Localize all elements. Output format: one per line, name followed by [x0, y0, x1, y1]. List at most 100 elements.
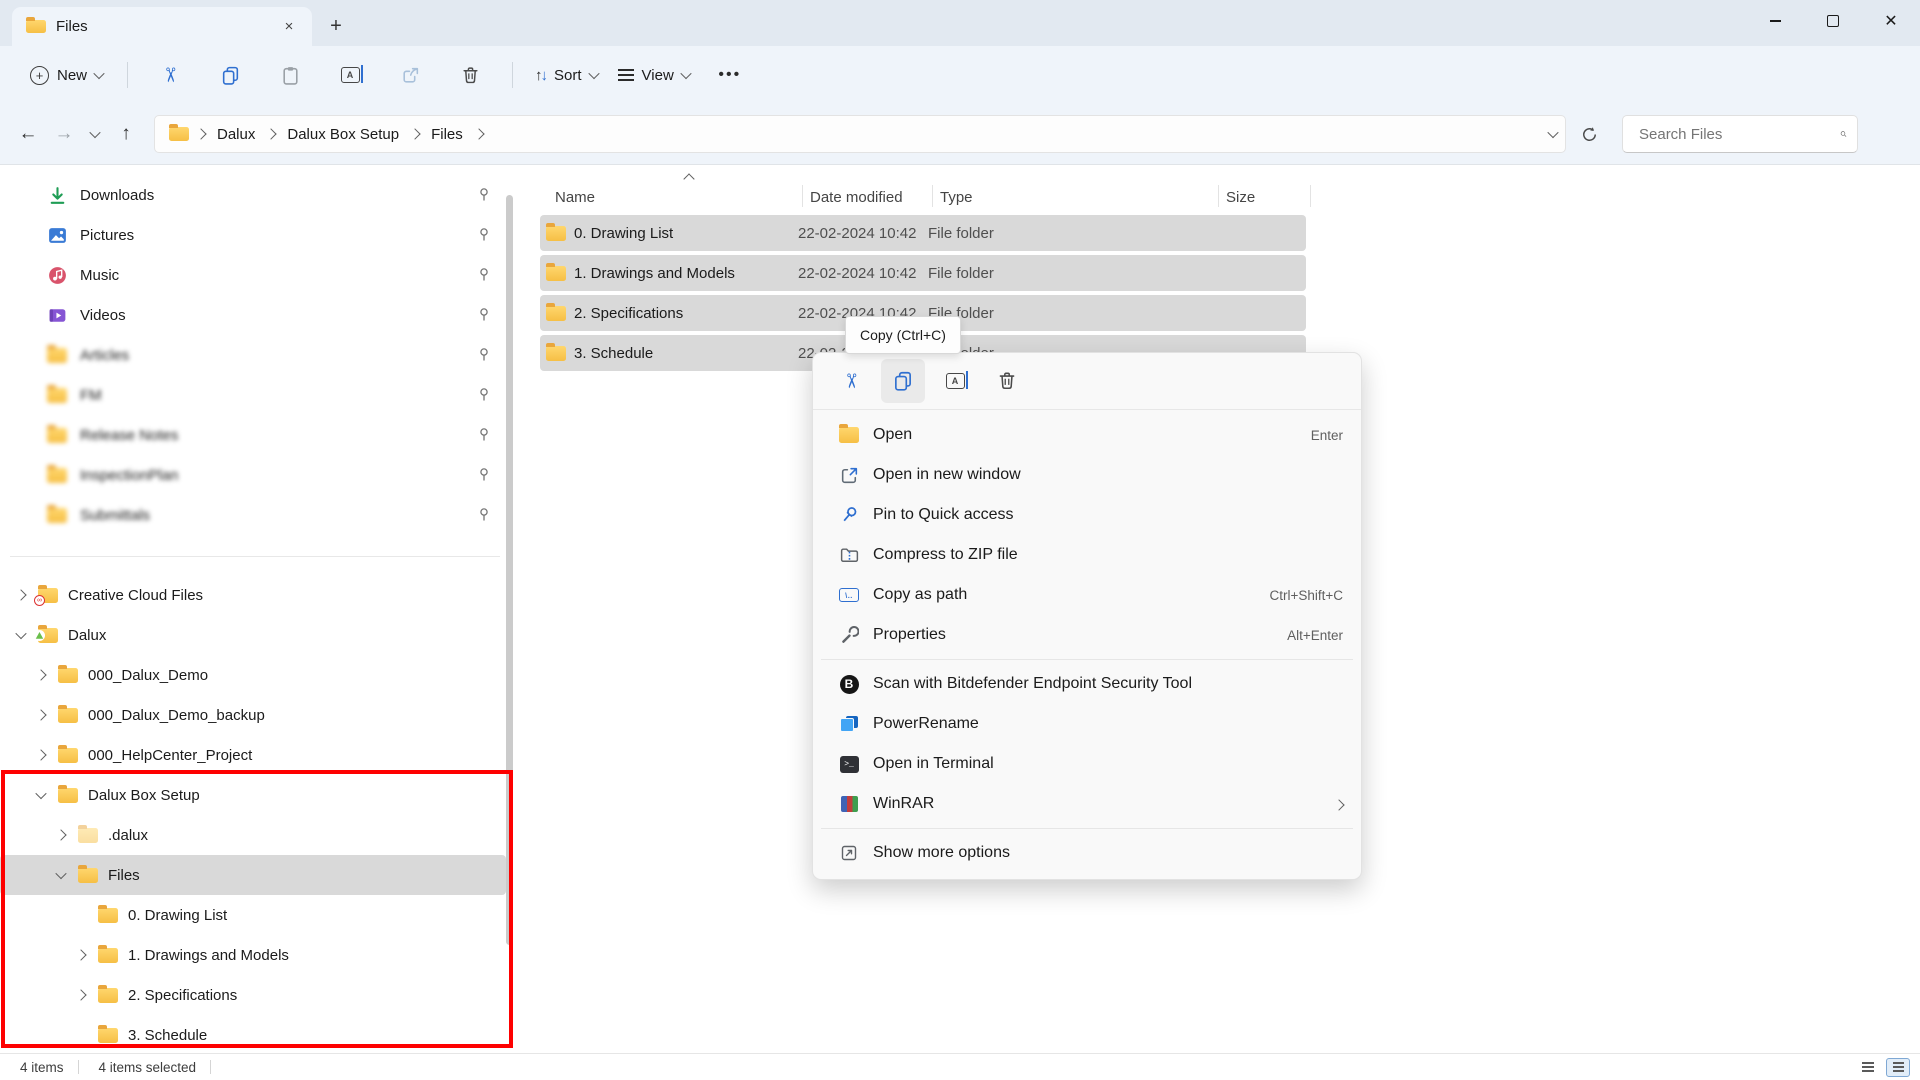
- pin-icon[interactable]: [476, 187, 492, 203]
- tree-item-dalux[interactable]: Dalux: [0, 615, 506, 655]
- sidebar-item-articles[interactable]: Articles: [0, 335, 506, 375]
- paste-button[interactable]: [266, 55, 314, 95]
- rename-button[interactable]: [933, 359, 977, 403]
- tree-item-000-dalux-demo[interactable]: 000_Dalux_Demo: [0, 655, 506, 695]
- column-header-type[interactable]: Type: [940, 189, 973, 206]
- tree-item-label: Dalux: [68, 627, 106, 644]
- sidebar-item-submittals[interactable]: Submittals: [0, 495, 506, 535]
- sort-button-label: Sort: [554, 67, 582, 84]
- tree-item-000-helpcenter-project[interactable]: 000_HelpCenter_Project: [0, 735, 506, 775]
- pin-icon[interactable]: [476, 227, 492, 243]
- context-menu: ✂ Open Enter Open in new window: [812, 352, 1362, 880]
- share-button[interactable]: [386, 55, 434, 95]
- expand-icon[interactable]: [15, 589, 26, 600]
- details-view-button[interactable]: [1886, 1058, 1910, 1077]
- maximize-button[interactable]: [1804, 0, 1862, 42]
- file-row-0-drawing-list[interactable]: 0. Drawing List 22-02-2024 10:42 File fo…: [540, 215, 1306, 251]
- pin-icon[interactable]: [476, 307, 492, 323]
- pin-icon[interactable]: [476, 347, 492, 363]
- menu-item-show-more-options[interactable]: Show more options: [813, 833, 1361, 873]
- search-box[interactable]: [1622, 115, 1858, 153]
- column-header-name[interactable]: Name: [555, 189, 595, 206]
- sidebar-item-release-notes[interactable]: Release Notes: [0, 415, 506, 455]
- view-button[interactable]: View: [608, 55, 700, 95]
- collapse-icon[interactable]: [15, 628, 26, 639]
- menu-item-pin-to-quick-access[interactable]: Pin to Quick access: [813, 495, 1361, 535]
- up-button[interactable]: ↑: [108, 116, 144, 152]
- delete-button[interactable]: [446, 55, 494, 95]
- column-header-date-modified[interactable]: Date modified: [810, 189, 903, 206]
- pin-icon[interactable]: [476, 467, 492, 483]
- breadcrumb-item-files[interactable]: Files: [427, 126, 467, 143]
- sidebar-item-music[interactable]: Music: [0, 255, 506, 295]
- forward-button[interactable]: →: [46, 116, 82, 152]
- file-type: File folder: [928, 225, 1210, 242]
- file-row-1-drawings-and-models[interactable]: 1. Drawings and Models 22-02-2024 10:42 …: [540, 255, 1306, 291]
- menu-item-winrar[interactable]: WinRAR: [813, 784, 1361, 824]
- menu-item-open[interactable]: Open Enter: [813, 415, 1361, 455]
- list-view-button[interactable]: [1856, 1058, 1880, 1077]
- tab-close-icon[interactable]: ×: [276, 14, 302, 40]
- menu-item-shortcut: Enter: [1311, 428, 1343, 443]
- refresh-button[interactable]: [1570, 116, 1608, 152]
- minimize-button[interactable]: [1746, 0, 1804, 42]
- delete-button[interactable]: [985, 359, 1029, 403]
- tree-item-creative-cloud-files[interactable]: ∞ Creative Cloud Files: [0, 575, 506, 615]
- folder-icon: [58, 748, 78, 763]
- sidebar-item-fm[interactable]: FM: [0, 375, 506, 415]
- rename-button[interactable]: [326, 55, 374, 95]
- tab-files[interactable]: Files ×: [12, 7, 312, 46]
- sidebar-item-inspectionplan[interactable]: InspectionPlan: [0, 455, 506, 495]
- address-dropdown-icon[interactable]: [1547, 127, 1558, 138]
- sort-ascending-icon: [683, 173, 694, 184]
- file-type: File folder: [928, 265, 1210, 282]
- sidebar-item-label: Submittals: [80, 507, 150, 524]
- new-tab-button[interactable]: +: [318, 8, 354, 44]
- back-button[interactable]: ←: [10, 116, 46, 152]
- breadcrumb-chevron-icon: [266, 128, 277, 139]
- menu-item-open-in-terminal[interactable]: Open in Terminal: [813, 744, 1361, 784]
- cut-button[interactable]: ✂: [146, 55, 194, 95]
- column-divider[interactable]: [1310, 185, 1311, 207]
- menu-item-label: Open in Terminal: [873, 755, 1343, 773]
- expand-icon[interactable]: [35, 749, 46, 760]
- new-button[interactable]: + New: [18, 55, 115, 95]
- pin-icon[interactable]: [476, 387, 492, 403]
- pin-icon[interactable]: [476, 267, 492, 283]
- more-options-button[interactable]: •••: [706, 55, 754, 95]
- pin-icon[interactable]: [476, 427, 492, 443]
- cut-button[interactable]: ✂: [829, 359, 873, 403]
- search-input[interactable]: [1637, 125, 1840, 144]
- menu-item-properties[interactable]: Properties Alt+Enter: [813, 615, 1361, 655]
- sidebar-item-pictures[interactable]: Pictures: [0, 215, 506, 255]
- tree-item-label: Creative Cloud Files: [68, 587, 203, 604]
- sidebar-item-videos[interactable]: Videos: [0, 295, 506, 335]
- sidebar-item-downloads[interactable]: Downloads: [0, 175, 506, 215]
- pin-icon[interactable]: [476, 507, 492, 523]
- close-button[interactable]: ✕: [1862, 0, 1920, 42]
- menu-item-copy-as-path[interactable]: Copy as path Ctrl+Shift+C: [813, 575, 1361, 615]
- menu-item-open-in-new-window[interactable]: Open in new window: [813, 455, 1361, 495]
- breadcrumb-item-dalux-box-setup[interactable]: Dalux Box Setup: [283, 126, 403, 143]
- column-divider[interactable]: [802, 185, 803, 207]
- breadcrumb-item-dalux[interactable]: Dalux: [213, 126, 259, 143]
- column-divider[interactable]: [1218, 185, 1219, 207]
- expand-icon[interactable]: [35, 709, 46, 720]
- pin-icon: [837, 504, 861, 526]
- recent-locations-button[interactable]: [82, 116, 108, 152]
- menu-item-scan-with-bitdefender[interactable]: Scan with Bitdefender Endpoint Security …: [813, 664, 1361, 704]
- tree-item-000-dalux-demo-backup[interactable]: 000_Dalux_Demo_backup: [0, 695, 506, 735]
- copy-button[interactable]: [881, 359, 925, 403]
- menu-item-powerrename[interactable]: PowerRename: [813, 704, 1361, 744]
- expand-icon[interactable]: [35, 669, 46, 680]
- column-header-size[interactable]: Size: [1226, 189, 1255, 206]
- column-divider[interactable]: [932, 185, 933, 207]
- toolbar-separator: [127, 62, 128, 88]
- sort-button[interactable]: ↑↓ Sort: [525, 55, 608, 95]
- breadcrumb[interactable]: Dalux Dalux Box Setup Files: [154, 115, 1566, 153]
- copy-button[interactable]: [206, 55, 254, 95]
- menu-item-compress-to-zip[interactable]: Compress to ZIP file: [813, 535, 1361, 575]
- chevron-down-icon: [588, 68, 599, 79]
- sidebar-item-label: Downloads: [80, 187, 154, 204]
- selected-count: 4 items selected: [99, 1060, 197, 1075]
